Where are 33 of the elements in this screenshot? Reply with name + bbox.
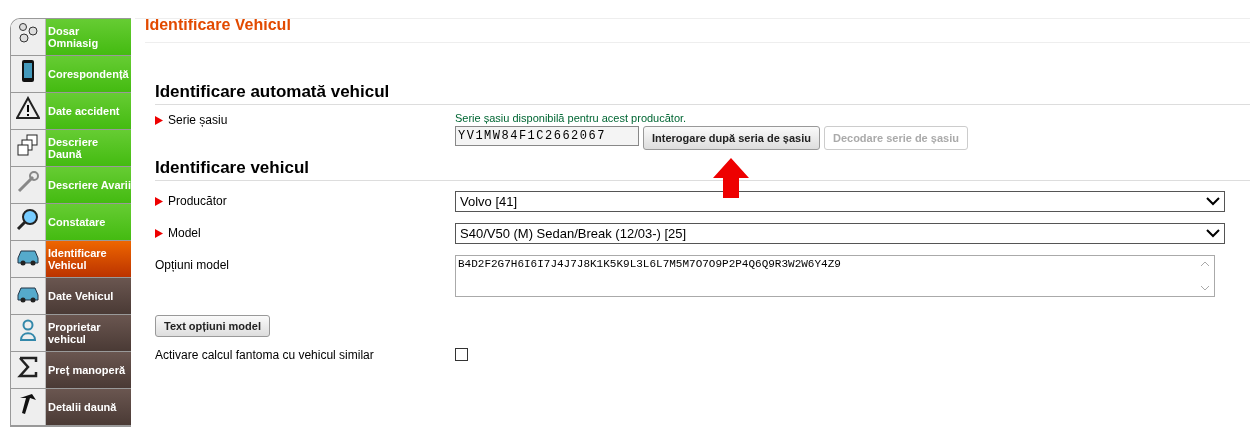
sidebar-item[interactable]: Preț manoperă <box>46 352 131 388</box>
required-marker-icon <box>155 228 163 238</box>
copy-icon <box>16 133 40 157</box>
hint-text: Serie șasiu disponibilă pentru acest producător. <box>455 112 688 124</box>
field-label: Producător <box>168 194 227 208</box>
page-title: Identificare Vehicul <box>145 19 1250 43</box>
chassis-input-field[interactable]: YV1MW84F1C2662067 <box>455 126 639 146</box>
chevron-down-icon <box>1206 197 1220 206</box>
search-icon <box>16 207 40 231</box>
query-button[interactable]: Interogare după seria de șasiu <box>643 126 820 150</box>
required-marker-icon <box>155 115 163 125</box>
field-label: Model <box>168 226 201 240</box>
warning-icon <box>16 96 40 120</box>
sidebar-item[interactable]: Date Vehicul <box>46 278 131 314</box>
field-label: Serie șasiu <box>168 113 228 127</box>
wrench-icon <box>16 170 40 194</box>
textarea-field[interactable]: B4D2F2G7H6I6I7J4J7J8K1K5K9L3L6L7M5M7O7O9P2P4Q6Q9R3W2W6Y4Z9 <box>455 255 1215 297</box>
section-heading: Identificare automată vehicul <box>155 82 1250 105</box>
section-heading: Identificare vehicul <box>155 158 1250 181</box>
dropdown[interactable]: Volvo [41] <box>455 191 1225 212</box>
model-options-button[interactable]: Text opțiuni model <box>155 315 270 337</box>
sidebar-item[interactable]: Identificare Vehicul <box>46 241 131 277</box>
scrollbar-arrows-icon <box>1199 259 1211 293</box>
checkbox[interactable] <box>455 348 468 361</box>
checkbox-label: Activare calcul fantoma cu vehicul similar <box>155 348 374 362</box>
dropdown[interactable]: S40/V50 (M) Sedan/Break (12/03-) [25] <box>455 223 1225 244</box>
sidebar-item[interactable]: Detalii daună <box>46 389 131 425</box>
sigma-icon <box>16 355 40 379</box>
sidebar-item[interactable]: Proprietar vehicul <box>46 315 131 351</box>
circles-icon <box>16 22 40 46</box>
required-marker-icon <box>155 196 163 206</box>
field-label: Opțiuni model <box>155 258 230 272</box>
chevron-down-icon <box>1206 229 1220 238</box>
